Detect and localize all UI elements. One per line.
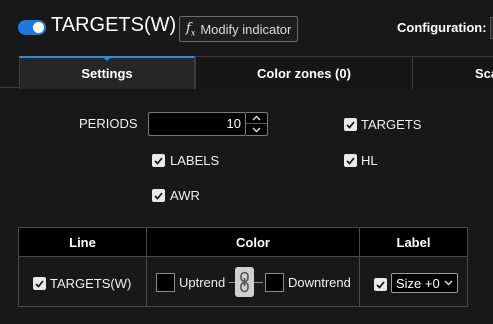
downtrend-label: Downtrend <box>288 275 351 290</box>
tab-color-zones-label: Color zones (0) <box>257 65 351 81</box>
hl-checkbox[interactable] <box>344 154 357 167</box>
awr-label: AWR <box>170 188 200 203</box>
configuration-label: Configuration: <box>397 20 487 35</box>
hl-label: HL <box>361 153 378 168</box>
modify-indicator-label: Modify indicator <box>200 21 292 37</box>
awr-checkbox[interactable] <box>152 189 165 202</box>
uptrend-label: Uptrend <box>179 275 226 290</box>
link-colors-button[interactable] <box>235 267 254 297</box>
toggle-knob <box>33 22 44 33</box>
chevron-down-icon <box>444 280 453 286</box>
modify-indicator-button[interactable]: fx Modify indicator <box>179 16 299 42</box>
function-icon: fx <box>186 20 196 38</box>
tab-scale[interactable]: Sca <box>412 56 493 89</box>
enable-toggle[interactable] <box>18 20 46 35</box>
uptrend-color-swatch[interactable] <box>156 273 175 292</box>
stepper-up-icon[interactable] <box>246 113 267 124</box>
periods-stepper[interactable] <box>246 112 268 136</box>
label-show-checkbox[interactable] <box>374 278 387 291</box>
downtrend-color-swatch[interactable] <box>265 273 284 292</box>
stepper-down-icon[interactable] <box>246 124 267 135</box>
tab-settings[interactable]: Settings <box>19 56 195 89</box>
column-header-line: Line <box>18 227 147 257</box>
column-header-label: Label <box>359 227 468 257</box>
tab-scale-label: Sca <box>475 65 493 81</box>
targets-label: TARGETS <box>361 117 422 132</box>
label-size-select[interactable]: Size +0 <box>391 273 458 293</box>
chain-link-icon <box>240 271 249 293</box>
indicator-title: TARGETS(W) <box>51 14 177 36</box>
tab-color-zones[interactable]: Color zones (0) <box>195 56 413 89</box>
label-size-value: Size +0 <box>396 275 440 291</box>
tab-settings-label: Settings <box>81 66 133 81</box>
labels-label: LABELS <box>170 153 220 168</box>
periods-input[interactable]: 10 <box>148 112 246 136</box>
line-targets-checkbox[interactable] <box>33 277 46 290</box>
column-header-color: Color <box>146 227 360 257</box>
line-targets-label: TARGETS(W) <box>50 276 132 291</box>
labels-checkbox[interactable] <box>152 154 165 167</box>
active-tab-caret <box>103 57 111 61</box>
targets-checkbox[interactable] <box>344 118 357 131</box>
periods-label: PERIODS <box>79 116 138 131</box>
